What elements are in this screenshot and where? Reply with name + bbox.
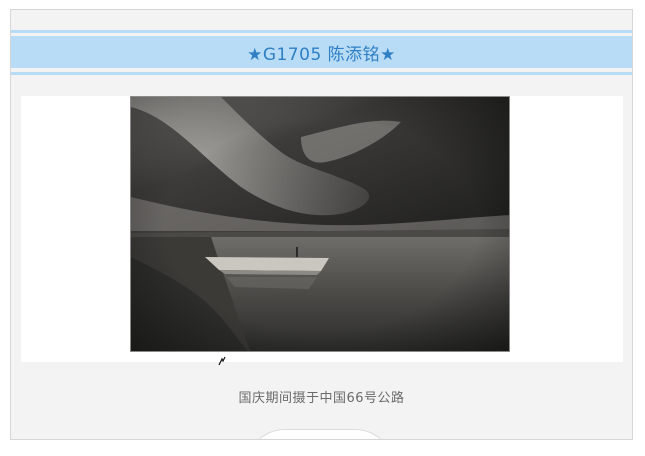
photo-image xyxy=(131,97,509,351)
title-banner: ★G1705 陈添铭★ xyxy=(11,36,632,68)
article-card: ★G1705 陈添铭★ 国庆期间摄于中国66号公路 xyxy=(10,9,633,440)
bottom-decoration-arc xyxy=(245,429,395,439)
banner-bottom-rule xyxy=(11,72,632,75)
banner-top-rule xyxy=(11,30,632,33)
photo-caption: 国庆期间摄于中国66号公路 xyxy=(238,391,405,406)
landscape-photo[interactable] xyxy=(130,96,510,352)
mouse-cursor-icon xyxy=(218,356,226,366)
photo-container xyxy=(21,96,623,362)
banner-title: ★G1705 陈添铭★ xyxy=(247,44,396,65)
